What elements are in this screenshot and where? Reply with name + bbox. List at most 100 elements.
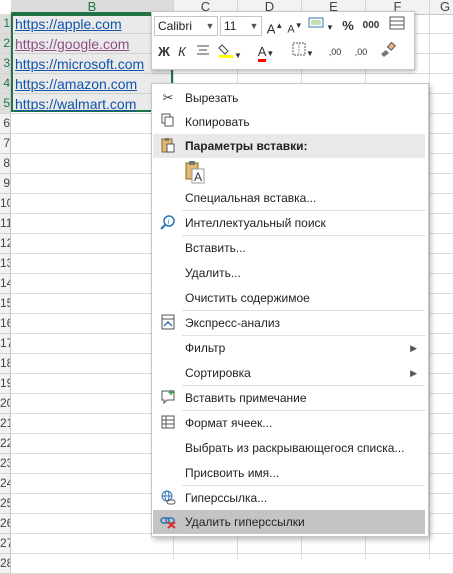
menu-item-hyperlink[interactable]: Гиперссылка... [153, 486, 425, 510]
menu-item-paste-special[interactable]: Специальная вставка... [153, 186, 425, 210]
fill-color-button[interactable]: ▼ [216, 42, 244, 62]
grid-line [429, 14, 430, 559]
row-header[interactable]: 16 [0, 314, 11, 334]
menu-item-label: Вставить примечание [185, 391, 307, 405]
clipboard-icon [159, 137, 177, 155]
menu-item-label: Гиперссылка... [185, 491, 268, 505]
row-header[interactable]: 1 [0, 14, 11, 34]
row-header[interactable]: 8 [0, 154, 11, 174]
menu-item-copy[interactable]: Копировать [153, 110, 425, 134]
row-header[interactable]: 25 [0, 494, 11, 514]
format-table-button[interactable] [386, 16, 408, 36]
menu-item-insert-comment[interactable]: Вставить примечание [153, 386, 425, 410]
menu-item-label: Формат ячеек... [185, 416, 273, 430]
paint-bucket-icon [218, 44, 234, 58]
borders-icon [292, 42, 306, 56]
row-header[interactable]: 12 [0, 234, 11, 254]
row-header[interactable]: 20 [0, 394, 11, 414]
font-name-box[interactable]: Calibri ▼ [154, 16, 218, 36]
copy-icon [159, 113, 177, 131]
percent-button[interactable]: % [340, 16, 356, 36]
menu-item-label: Вырезать [185, 91, 239, 105]
remove-link-icon [159, 513, 177, 531]
column-header-g[interactable]: G [430, 0, 453, 15]
grid-line [11, 553, 453, 554]
row-header[interactable]: 13 [0, 254, 11, 274]
row-header[interactable]: 27 [0, 534, 11, 554]
row-header[interactable]: 4 [0, 74, 11, 94]
font-name-value: Calibri [158, 19, 193, 33]
column-header-b[interactable]: B [11, 0, 174, 14]
chevron-right-icon: ▶ [410, 368, 417, 378]
row-header[interactable]: 14 [0, 274, 11, 294]
font-color-button[interactable]: A▼ [252, 42, 280, 62]
menu-item-filter[interactable]: Фильтр ▶ [153, 336, 425, 360]
chevron-down-icon[interactable]: ▼ [248, 17, 260, 35]
shrink-font-label: A [287, 23, 295, 36]
row-header[interactable]: 10 [0, 194, 11, 214]
menu-item-remove-hyperlinks[interactable]: Удалить гиперссылки [153, 510, 425, 534]
align-center-icon [197, 45, 209, 55]
row-header[interactable]: 7 [0, 134, 11, 154]
paste-formatting-button[interactable]: A [184, 160, 208, 184]
menu-item-sort[interactable]: Сортировка ▶ [153, 361, 425, 385]
menu-item-quick-analysis[interactable]: Экспресс-анализ [153, 311, 425, 335]
grow-font-button[interactable]: A▲ [266, 16, 284, 36]
row-header[interactable]: 26 [0, 514, 11, 534]
italic-button[interactable]: К [174, 42, 190, 62]
increase-decimal-label: ,00 [328, 47, 342, 57]
number-format-button[interactable]: ▼ [308, 16, 334, 36]
menu-item-define-name[interactable]: Присвоить имя... [153, 461, 425, 485]
menu-item-smart-lookup[interactable]: i Интеллектуальный поиск [153, 211, 425, 235]
globe-link-icon [159, 489, 177, 507]
menu-item-label: Копировать [185, 115, 250, 129]
row-header[interactable]: 22 [0, 434, 11, 454]
menu-item-label: Присвоить имя... [185, 466, 280, 480]
menu-item-label: Интеллектуальный поиск [185, 216, 326, 230]
font-size-box[interactable]: 11 ▼ [220, 16, 262, 36]
menu-item-label: Фильтр [185, 341, 226, 355]
menu-item-format-cells[interactable]: Формат ячеек... [153, 411, 425, 435]
menu-item-label: Удалить... [185, 266, 241, 280]
menu-item-label: Удалить гиперссылки [185, 515, 305, 529]
row-header[interactable]: 24 [0, 474, 11, 494]
row-header[interactable]: 21 [0, 414, 11, 434]
format-painter-button[interactable] [378, 41, 398, 62]
row-header[interactable]: 18 [0, 354, 11, 374]
table-icon [389, 16, 405, 30]
menu-item-pick-from-list[interactable]: Выбрать из раскрывающегося списка... [153, 436, 425, 460]
menu-item-label: Экспресс-анализ [185, 316, 281, 330]
menu-item-label: Выбрать из раскрывающегося списка... [185, 441, 405, 455]
svg-text:A: A [194, 170, 202, 184]
row-header[interactable]: 11 [0, 214, 11, 234]
row-header[interactable]: 17 [0, 334, 11, 354]
font-size-value: 11 [224, 19, 237, 33]
quick-analysis-icon [159, 314, 177, 332]
row-header[interactable]: 6 [0, 114, 11, 134]
thousands-separator-button[interactable]: 000 [360, 16, 382, 36]
menu-item-delete[interactable]: Удалить... [153, 261, 425, 285]
row-header[interactable]: 23 [0, 454, 11, 474]
menu-item-label: Очистить содержимое [185, 291, 310, 305]
row-header[interactable]: 2 [0, 34, 11, 54]
borders-button[interactable]: ▼ [290, 42, 316, 62]
menu-item-cut[interactable]: ✂ Вырезать [153, 86, 425, 110]
row-header[interactable]: 19 [0, 374, 11, 394]
menu-item-clear-contents[interactable]: Очистить содержимое [153, 286, 425, 310]
shrink-font-button[interactable]: A▼ [286, 16, 304, 36]
menu-item-insert[interactable]: Вставить... [153, 236, 425, 260]
row-header[interactable]: 15 [0, 294, 11, 314]
row-header[interactable]: 5 [0, 94, 11, 114]
row-header[interactable]: 3 [0, 54, 11, 74]
increase-decimal-button[interactable]: ,00 [324, 42, 346, 62]
align-center-button[interactable] [194, 42, 212, 62]
chevron-down-icon[interactable]: ▼ [204, 17, 216, 35]
row-header[interactable]: 28 [0, 554, 11, 574]
accounting-format-icon [308, 17, 324, 28]
row-header[interactable]: 9 [0, 174, 11, 194]
chevron-right-icon: ▶ [410, 343, 417, 353]
decrease-decimal-button[interactable]: ,00 [350, 42, 372, 62]
bold-button[interactable]: Ж [156, 42, 172, 62]
paste-options-header: Параметры вставки: [153, 134, 425, 158]
mini-toolbar: Calibri ▼ 11 ▼ A▲ A▼ ▼ % 000 Ж К ▼ A▼ ▼ … [151, 11, 415, 70]
